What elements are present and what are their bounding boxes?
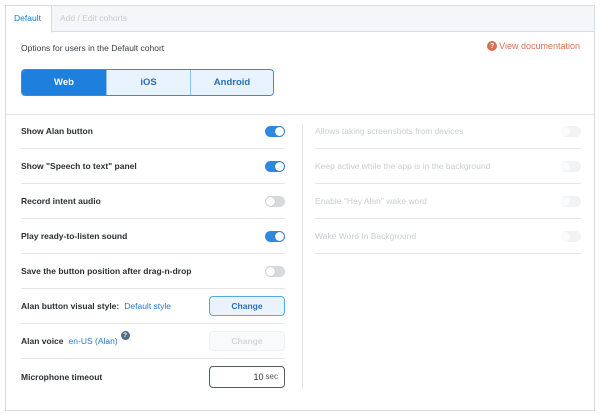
question-circle-icon[interactable]: ? bbox=[120, 330, 130, 340]
setting-keep-active-background: Keep active while the app is in the back… bbox=[315, 149, 581, 184]
setting-label: Alan button visual style: bbox=[21, 301, 120, 311]
timeout-unit: sec bbox=[265, 372, 278, 381]
setting-label: Alan voice bbox=[21, 336, 64, 346]
platform-selector: Web iOS Android bbox=[21, 69, 274, 96]
setting-save-button-position: Save the button position after drag-n-dr… bbox=[21, 254, 285, 289]
wake-word-background-toggle[interactable] bbox=[561, 230, 581, 242]
toggle-knob bbox=[561, 126, 570, 136]
toggle-knob bbox=[266, 266, 275, 276]
setting-label: Show Alan button bbox=[21, 126, 93, 136]
toggle-knob bbox=[275, 231, 284, 241]
toggle-knob bbox=[561, 231, 570, 241]
setting-label: Record intent audio bbox=[21, 196, 101, 206]
setting-alan-voice: Alan voice en-US (Alan) ? Change bbox=[21, 324, 285, 359]
toggle-knob bbox=[266, 196, 275, 206]
visual-style-value: Default style bbox=[124, 301, 172, 311]
setting-allow-screenshots: Allows taking screenshots from devices bbox=[315, 114, 581, 149]
ready-to-listen-sound-toggle[interactable] bbox=[265, 230, 285, 242]
setting-speech-to-text-panel: Show "Speech to text" panel bbox=[21, 149, 285, 184]
speech-to-text-panel-toggle[interactable] bbox=[265, 160, 285, 172]
setting-wake-word-background: Wake Word In Background bbox=[315, 219, 581, 254]
setting-label: Play ready-to-listen sound bbox=[21, 231, 128, 241]
setting-label: Show "Speech to text" panel bbox=[21, 161, 137, 171]
voice-value: en-US (Alan) bbox=[68, 336, 118, 346]
keep-active-background-toggle[interactable] bbox=[561, 160, 581, 172]
options-description: Options for users in the Default cohort bbox=[21, 43, 165, 53]
setting-button-visual-style: Alan button visual style: Default style … bbox=[21, 289, 285, 324]
cohort-tabs: Default Add / Edit cohorts bbox=[6, 6, 594, 33]
question-circle-icon: ? bbox=[487, 41, 498, 51]
change-visual-style-button[interactable]: Change bbox=[209, 296, 285, 316]
setting-label: Wake Word In Background bbox=[315, 231, 417, 241]
toggle-knob bbox=[561, 161, 570, 171]
setting-label: Allows taking screenshots from devices bbox=[315, 126, 464, 136]
column-divider bbox=[302, 124, 303, 389]
tab-default[interactable]: Default bbox=[6, 6, 52, 33]
allow-screenshots-toggle[interactable] bbox=[561, 125, 581, 137]
record-intent-audio-toggle[interactable] bbox=[265, 195, 285, 207]
toggle-knob bbox=[561, 196, 570, 206]
platform-web-button[interactable]: Web bbox=[22, 70, 107, 95]
show-alan-button-toggle[interactable] bbox=[265, 125, 285, 137]
toggle-knob bbox=[275, 126, 284, 136]
setting-record-intent-audio: Record intent audio bbox=[21, 184, 285, 219]
view-documentation-label: View documentation bbox=[499, 41, 580, 51]
save-button-position-toggle[interactable] bbox=[265, 265, 285, 277]
change-voice-button[interactable]: Change bbox=[209, 331, 285, 351]
platform-ios-button[interactable]: iOS bbox=[107, 70, 191, 95]
timeout-value: 10 bbox=[253, 371, 264, 382]
setting-ready-to-listen-sound: Play ready-to-listen sound bbox=[21, 219, 285, 254]
setting-label: Save the button position after drag-n-dr… bbox=[21, 266, 192, 276]
setting-show-alan-button: Show Alan button bbox=[21, 114, 285, 149]
microphone-timeout-input[interactable]: 10 sec bbox=[209, 365, 285, 388]
view-documentation-link[interactable]: ? View documentation bbox=[487, 41, 580, 51]
settings-panel: Default Add / Edit cohorts Options for u… bbox=[5, 5, 595, 411]
platform-android-button[interactable]: Android bbox=[191, 70, 273, 95]
hey-alan-wake-word-toggle[interactable] bbox=[561, 195, 581, 207]
setting-label: Microphone timeout bbox=[21, 371, 103, 382]
setting-microphone-timeout: Microphone timeout 10 sec bbox=[21, 359, 285, 394]
setting-hey-alan-wake-word: Enable "Hey Alan" wake word bbox=[315, 184, 581, 219]
toggle-knob bbox=[275, 161, 284, 171]
tab-add-edit-cohorts[interactable]: Add / Edit cohorts bbox=[52, 6, 135, 32]
setting-label: Keep active while the app is in the back… bbox=[315, 161, 491, 171]
setting-label: Enable "Hey Alan" wake word bbox=[315, 196, 427, 206]
